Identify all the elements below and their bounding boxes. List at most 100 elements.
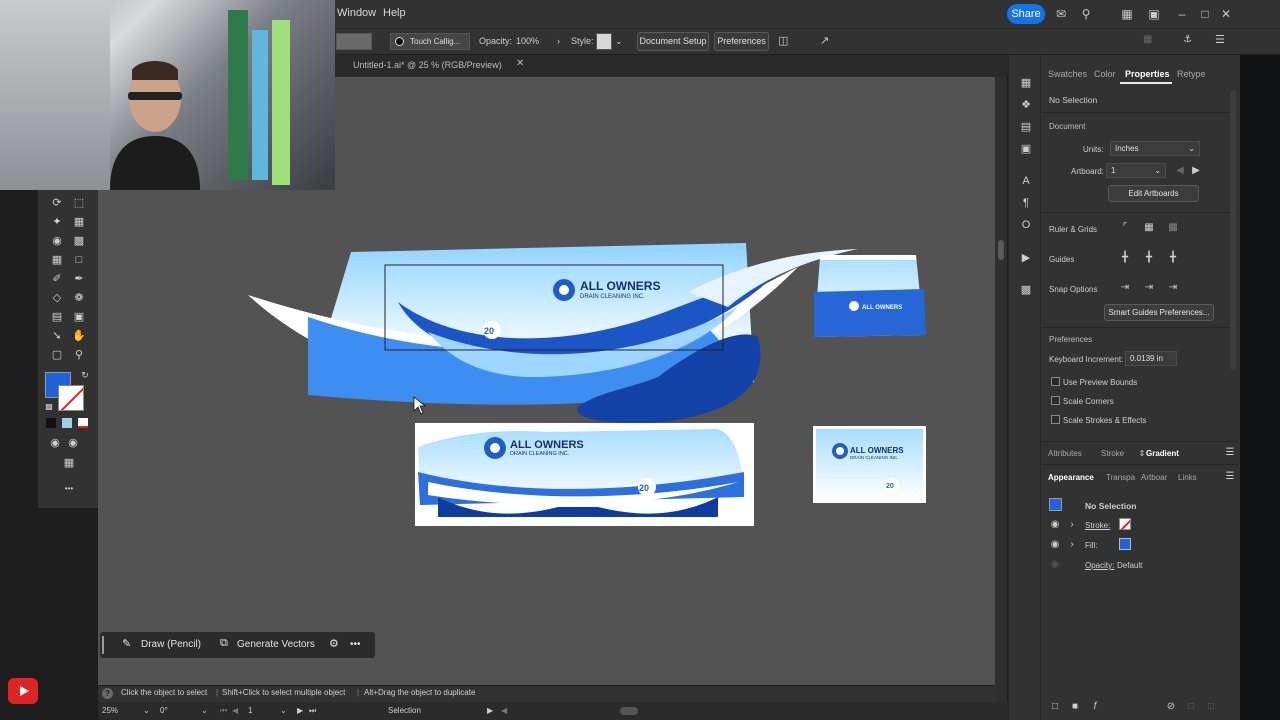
artboard-number[interactable]: 1 — [248, 706, 252, 715]
bell-icon[interactable]: ✉ — [1053, 6, 1069, 22]
stroke-expand-chevron-icon[interactable]: › — [1066, 519, 1078, 531]
clear-guides-icon[interactable]: ╋ — [1167, 252, 1179, 264]
opacity-visibility-eye-icon[interactable]: ◉ — [1049, 559, 1061, 571]
opacity-label[interactable]: Opacity: — [1085, 561, 1114, 570]
fill-visibility-eye-icon[interactable]: ◉ — [1049, 539, 1061, 551]
menu-help[interactable]: Help — [383, 7, 406, 19]
perspective-grid-tool-icon[interactable]: ▩ — [72, 234, 86, 248]
align-panel-icon[interactable]: ▤ — [1019, 120, 1033, 134]
scale-corners-checkbox[interactable] — [1051, 396, 1060, 405]
previous-artboard-icon[interactable]: ◀ — [232, 706, 238, 715]
van-side-mockup[interactable] — [415, 423, 754, 526]
draw-mode-icon[interactable]: ◉ — [48, 436, 62, 450]
tab-swatches[interactable]: Swatches — [1048, 69, 1087, 79]
generate-vectors-button[interactable]: Generate Vectors — [237, 639, 315, 650]
measure-tool-icon[interactable]: ✒ — [72, 272, 86, 286]
zoom-chevron-down-icon[interactable]: ⌄ — [143, 706, 150, 715]
minimize-icon[interactable]: – — [1174, 6, 1190, 22]
snap-to-pixel-icon[interactable]: ⇥ — [1143, 282, 1155, 294]
tab-stroke[interactable]: Stroke — [1101, 449, 1124, 458]
draw-inside-icon[interactable]: ◉ — [66, 436, 80, 450]
gradient-panel-menu-icon[interactable]: ☰ — [1224, 447, 1236, 459]
graph-tool-icon[interactable]: ▤ — [50, 310, 64, 324]
scale-tool-icon[interactable]: ⬚ — [72, 196, 86, 210]
zoom-level[interactable]: 25% — [102, 706, 118, 715]
maximize-icon[interactable]: □ — [1197, 6, 1213, 22]
horizontal-scrollbar-thumb[interactable] — [620, 707, 638, 715]
brush-select[interactable]: Touch Callig... — [390, 33, 470, 50]
opacity-value[interactable]: 100% — [516, 36, 539, 46]
warp-tool-icon[interactable]: ✦ — [50, 215, 64, 229]
puppet-icon[interactable]: ⚓ — [1183, 34, 1192, 45]
paragraph-icon[interactable]: ¶ — [1019, 196, 1033, 210]
eyedropper-tool-icon[interactable]: ✐ — [50, 272, 64, 286]
options-icon[interactable]: ⚙ — [329, 637, 339, 650]
free-transform-tool-icon[interactable]: ▦ — [72, 215, 86, 229]
use-preview-bounds-checkbox[interactable] — [1051, 377, 1060, 386]
blend-tool-icon[interactable]: ◇ — [50, 291, 64, 305]
rotation-value[interactable]: 0° — [160, 706, 168, 715]
units-select[interactable]: Inches ⌄ — [1110, 141, 1200, 156]
opacity-chevron-icon[interactable]: › — [557, 36, 560, 46]
preferences-button[interactable]: Preferences — [714, 32, 769, 51]
grid-icon[interactable]: ▦ — [1143, 222, 1155, 234]
appearance-panel-menu-icon[interactable]: ☰ — [1224, 471, 1236, 483]
style-swatch[interactable] — [596, 33, 612, 50]
fill-label[interactable]: Fill: — [1085, 541, 1097, 550]
delete-item-icon[interactable]: □ — [1205, 701, 1217, 713]
tab-properties[interactable]: Properties — [1125, 69, 1170, 79]
fill-expand-chevron-icon[interactable]: › — [1066, 539, 1078, 551]
search-icon[interactable]: ⚲ — [1078, 6, 1094, 22]
clear-appearance-icon[interactable]: ⊘ — [1165, 701, 1177, 713]
align-icon[interactable]: ◫ — [778, 34, 788, 47]
screen-mode-icon[interactable]: ▦ — [62, 456, 76, 470]
document-tab-close-icon[interactable]: ✕ — [516, 58, 524, 69]
gradient-mode-icon[interactable] — [62, 418, 72, 428]
tab-transparency[interactable]: Transpa — [1106, 473, 1135, 482]
van-wrap-design[interactable] — [248, 243, 858, 424]
drag-handle[interactable] — [102, 636, 104, 654]
hscroll-left-icon[interactable]: ◀ — [501, 706, 507, 715]
scale-strokes-checkbox[interactable] — [1051, 415, 1060, 424]
artboard-tool-icon[interactable]: ▣ — [72, 310, 86, 324]
van-rear-mockup[interactable] — [813, 426, 926, 503]
tab-appearance[interactable]: Appearance — [1048, 473, 1094, 482]
character-icon[interactable]: A — [1019, 174, 1033, 188]
actions-icon[interactable]: ▶ — [1019, 251, 1033, 265]
add-effect-icon[interactable]: f — [1089, 701, 1101, 713]
ruler-icon[interactable]: ⌜ — [1119, 222, 1131, 234]
next-artboard-icon[interactable]: ▶ — [297, 706, 303, 715]
style-chevron-down-icon[interactable]: ⌄ — [615, 36, 623, 47]
fill-appearance-swatch[interactable] — [1119, 538, 1131, 550]
more-options-button[interactable]: ••• — [350, 639, 361, 650]
vertical-scrollbar-thumb[interactable] — [998, 240, 1004, 260]
stroke-weight-field[interactable] — [336, 33, 372, 50]
tab-artboards[interactable]: Artboar — [1141, 473, 1167, 482]
document-setup-button[interactable]: Document Setup — [637, 32, 709, 51]
arrange-docs-icon[interactable]: ▦ — [1143, 34, 1152, 45]
mesh-tool-icon[interactable]: ▦ — [50, 253, 64, 267]
add-stroke-icon[interactable]: □ — [1049, 701, 1061, 713]
slice-tool-icon[interactable]: ➘ — [50, 329, 64, 343]
hand-tool-icon[interactable]: ✋ — [72, 329, 86, 343]
stroke-color-swatch[interactable] — [58, 385, 84, 411]
smart-guides-preferences-button[interactable]: Smart Guides Preferences... — [1104, 304, 1214, 321]
artboard-chevron-down-icon[interactable]: ⌄ — [280, 706, 287, 715]
tab-retype[interactable]: Retype — [1177, 69, 1206, 79]
tab-attributes[interactable]: Attributes — [1048, 449, 1082, 458]
edit-toolbar-icon[interactable]: ••• — [62, 482, 76, 496]
help-icon[interactable]: ? — [102, 688, 113, 699]
export-icon[interactable]: ↗ — [820, 34, 829, 47]
color-mode-icon[interactable] — [46, 418, 56, 428]
first-artboard-icon[interactable]: ⏮ — [220, 706, 227, 716]
glyphs-icon[interactable]: O — [1019, 218, 1033, 232]
zoom-tool-icon[interactable]: ⚲ — [72, 348, 86, 362]
default-colors-icon[interactable]: ▩ — [42, 400, 56, 414]
last-artboard-icon[interactable]: ⏭ — [309, 706, 316, 716]
rotate-tool-icon[interactable]: ⟳ — [50, 196, 64, 210]
next-artboard-panel-icon[interactable]: ▶ — [1190, 165, 1202, 177]
tab-color[interactable]: Color — [1094, 69, 1116, 79]
asset-export-icon[interactable]: ▩ — [1019, 283, 1033, 297]
vertical-scrollbar[interactable] — [995, 77, 1007, 702]
pathfinder-icon[interactable]: ▣ — [1019, 142, 1033, 156]
